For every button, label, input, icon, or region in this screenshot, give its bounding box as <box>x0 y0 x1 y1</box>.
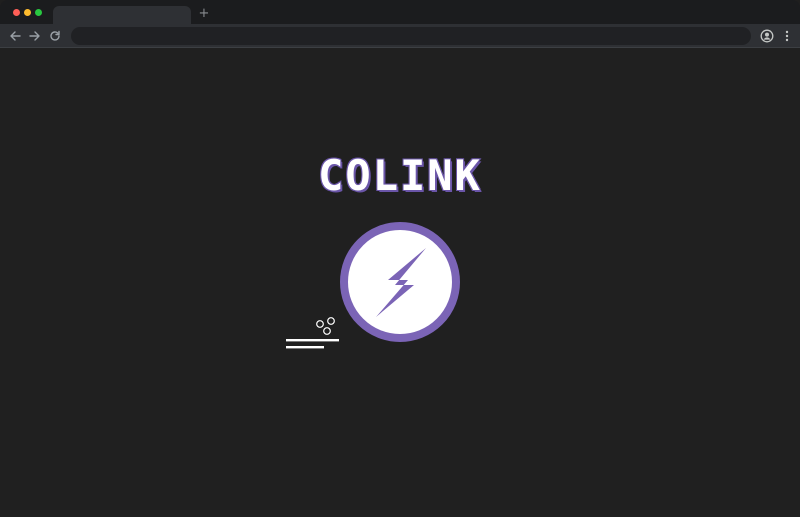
profile-icon[interactable] <box>760 29 774 43</box>
title-bar: + <box>0 0 800 24</box>
reload-icon[interactable] <box>48 29 62 43</box>
forward-arrow-icon[interactable] <box>28 29 42 43</box>
browser-window: + COLINK <box>0 0 800 517</box>
motion-lines-icon <box>286 317 339 349</box>
back-arrow-icon[interactable] <box>8 29 22 43</box>
minimize-window-button[interactable] <box>24 9 31 16</box>
close-window-button[interactable] <box>13 9 20 16</box>
browser-tab[interactable] <box>53 6 191 24</box>
address-bar[interactable] <box>71 27 751 45</box>
lightning-bolt-icon <box>340 222 460 342</box>
brand-name: COLINK <box>317 150 482 201</box>
page-content: COLINK <box>0 48 800 517</box>
browser-toolbar <box>0 24 800 48</box>
kebab-menu-icon[interactable] <box>782 29 792 43</box>
maximize-window-button[interactable] <box>35 9 42 16</box>
new-tab-button[interactable]: + <box>198 6 210 22</box>
